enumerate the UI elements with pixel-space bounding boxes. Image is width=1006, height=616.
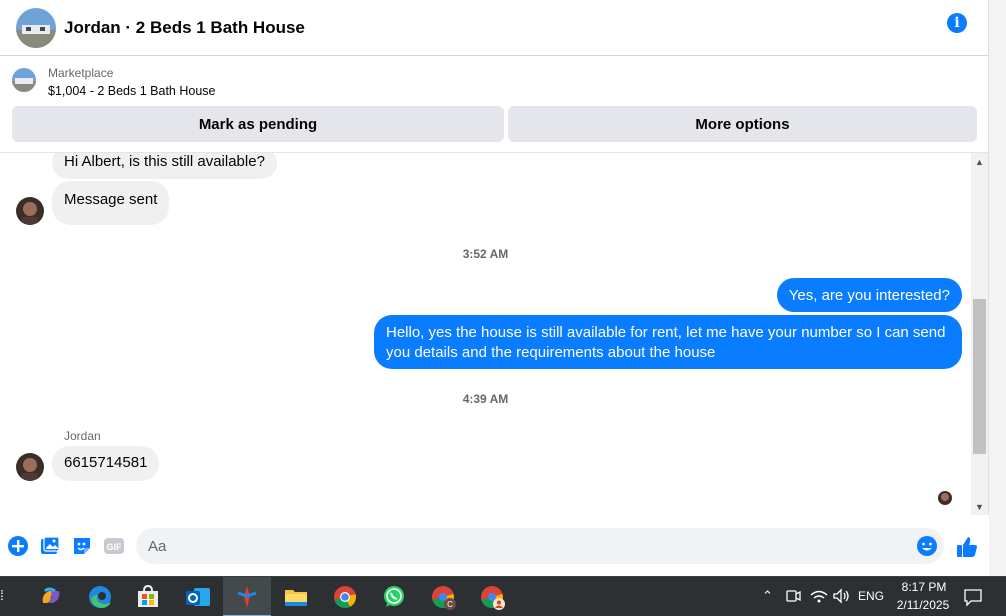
gif-label: GIF	[107, 542, 123, 552]
chrome-profile-c-icon[interactable]: C	[429, 583, 457, 611]
gif-icon[interactable]: GIF	[103, 535, 125, 557]
wifi-icon[interactable]	[809, 586, 829, 606]
whatsapp-icon[interactable]	[380, 583, 408, 611]
thumbs-up-icon[interactable]	[955, 535, 977, 557]
start-edge-icon[interactable]: ⁞	[0, 587, 4, 603]
message-bubble-incoming: 6615714581	[52, 446, 160, 481]
message-composer: GIF	[0, 515, 989, 576]
scroll-up-arrow[interactable]: ▲	[971, 153, 988, 170]
message-sent-status: Message sent	[52, 181, 170, 225]
mark-as-pending-button[interactable]: Mark as pending	[12, 106, 504, 142]
file-explorer-icon[interactable]	[282, 583, 310, 611]
outlook-icon[interactable]	[184, 583, 212, 611]
seen-avatar	[938, 491, 952, 505]
chrome-icon[interactable]	[331, 583, 359, 611]
marketplace-label: Marketplace	[48, 66, 114, 80]
svg-text:C: C	[447, 600, 453, 609]
window-edge	[988, 0, 1006, 576]
timestamp: 4:39 AM	[462, 392, 509, 406]
message-input[interactable]	[136, 528, 944, 564]
message-scrollbar[interactable]: ▲ ▼	[971, 153, 988, 515]
sticker-icon[interactable]	[71, 535, 93, 557]
notifications-icon[interactable]	[962, 586, 984, 608]
sender-avatar[interactable]	[16, 453, 44, 481]
chevron-up-icon[interactable]: ⌃	[762, 588, 773, 604]
photo-icon[interactable]	[39, 535, 61, 557]
scrollbar-thumb[interactable]	[973, 299, 986, 454]
sender-avatar[interactable]	[16, 197, 44, 225]
language-indicator[interactable]: ENG	[858, 589, 884, 603]
listing-avatar[interactable]	[16, 7, 56, 48]
conversation-header: Jordan · 2 Beds 1 Bath House i	[0, 0, 989, 56]
message-bubble-outgoing: Hello, yes the house is still available …	[374, 315, 962, 369]
app-icon[interactable]	[233, 583, 261, 611]
message-list: Hi Albert, is this still available? Mess…	[0, 153, 971, 515]
clock-time[interactable]: 8:17 PM	[894, 580, 954, 594]
messenger-window: Jordan · 2 Beds 1 Bath House i Marketpla…	[0, 0, 1006, 616]
chrome-profile-icon[interactable]	[478, 583, 506, 611]
store-icon[interactable]	[134, 583, 162, 611]
emoji-icon[interactable]	[916, 535, 938, 557]
edge-icon[interactable]	[86, 583, 114, 611]
conversation-title[interactable]: Jordan · 2 Beds 1 Bath House	[64, 18, 305, 38]
plus-circle-icon[interactable]	[7, 535, 29, 557]
more-options-button[interactable]: More options	[508, 106, 977, 142]
marketplace-banner: Marketplace $1,004 - 2 Beds 1 Bath House…	[0, 57, 989, 153]
message-bubble-outgoing: Yes, are you interested?	[776, 278, 962, 312]
meet-now-icon[interactable]	[784, 586, 802, 606]
sender-name: Jordan	[64, 429, 101, 443]
scroll-down-arrow[interactable]: ▼	[971, 498, 988, 515]
volume-icon[interactable]	[831, 586, 851, 606]
copilot-icon[interactable]	[37, 583, 65, 611]
timestamp: 3:52 AM	[462, 247, 509, 261]
clock-date[interactable]: 2/11/2025	[890, 598, 956, 612]
info-icon[interactable]: i	[947, 13, 967, 33]
listing-thumbnail[interactable]	[12, 68, 36, 92]
listing-title[interactable]: $1,004 - 2 Beds 1 Bath House	[48, 84, 215, 98]
windows-taskbar: ⁞ C ⌃ ENG 8:17 PM 2/11/2025	[0, 576, 1006, 616]
message-bubble-incoming: Hi Albert, is this still available?	[52, 153, 277, 179]
